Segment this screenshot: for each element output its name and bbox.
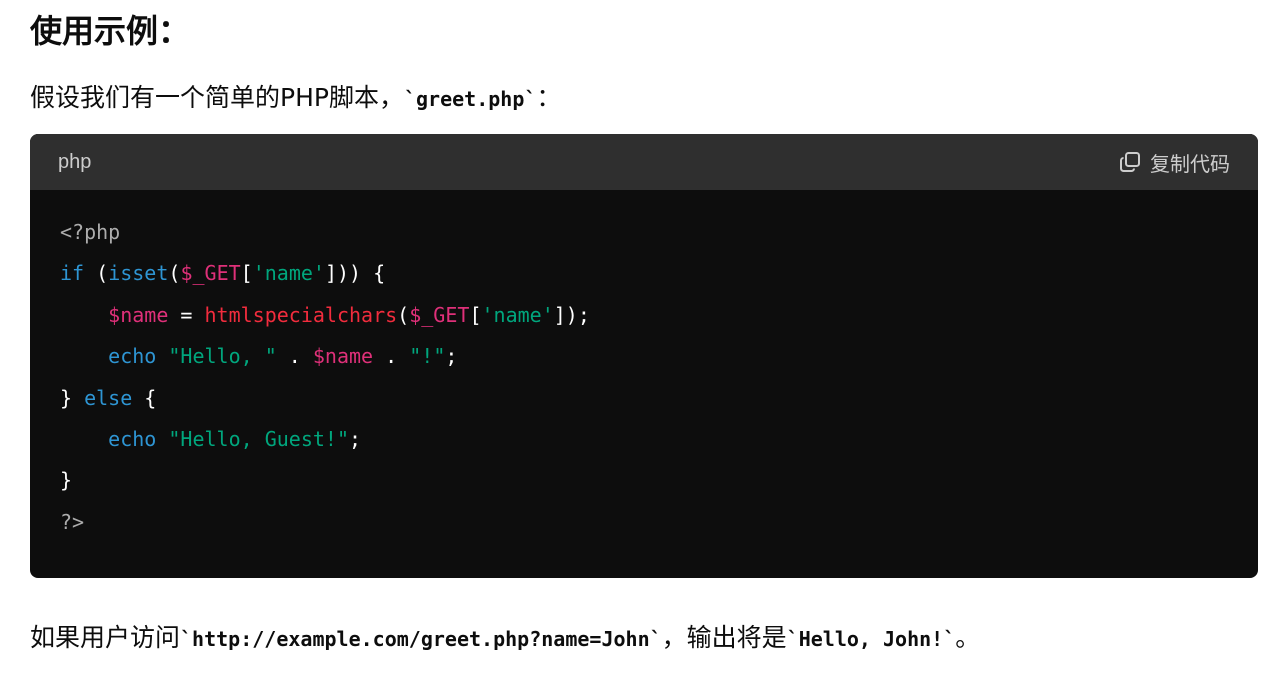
code-token: ?> bbox=[60, 509, 85, 534]
code-token: "Hello, Guest!" bbox=[168, 426, 350, 451]
code-token: if bbox=[60, 261, 85, 286]
code-token: . bbox=[276, 344, 313, 369]
code-token: = bbox=[168, 302, 205, 327]
code-token: $name bbox=[312, 344, 374, 369]
copy-code-label: 复制代码 bbox=[1150, 151, 1230, 176]
code-token: $name bbox=[108, 302, 169, 327]
code-token: isset bbox=[108, 261, 169, 286]
code-token: ]); bbox=[553, 302, 590, 327]
code-token: 'name' bbox=[481, 302, 554, 327]
code-token: echo bbox=[108, 426, 157, 451]
code-token: <?php bbox=[60, 220, 121, 244]
code-token: htmlspecialchars bbox=[204, 302, 398, 327]
code-token: $_GET bbox=[180, 261, 241, 286]
code-token: ; bbox=[349, 426, 362, 451]
code-token: "Hello, " bbox=[168, 344, 277, 369]
copy-icon bbox=[1118, 150, 1142, 174]
code-token: "!" bbox=[409, 344, 446, 369]
outro-text-2: ，输出将是 bbox=[661, 623, 787, 652]
code-token: else bbox=[84, 385, 133, 410]
code-token: ])) { bbox=[324, 261, 386, 286]
code-line: $name = htmlspecialchars($_GET['name']); bbox=[60, 295, 1228, 336]
code-token: } bbox=[60, 385, 85, 410]
code-token: [ bbox=[469, 302, 482, 327]
code-line: } bbox=[60, 460, 1228, 501]
inline-code-url: `http://example.com/greet.php?name=John` bbox=[180, 627, 662, 651]
code-token: $_GET bbox=[409, 302, 470, 327]
outro-text-1: 如果用户访问 bbox=[30, 623, 181, 652]
code-line: ?> bbox=[60, 502, 1228, 543]
outro-paragraph: 如果用户访问`http://example.com/greet.php?name… bbox=[30, 620, 980, 657]
code-line: if (isset($_GET['name'])) { bbox=[60, 253, 1228, 294]
code-language-label: php bbox=[58, 150, 92, 173]
code-token: { bbox=[132, 385, 157, 410]
intro-suffix: ： bbox=[536, 83, 562, 112]
intro-text: 假设我们有一个简单的PHP脚本， bbox=[30, 83, 404, 112]
code-line: echo "Hello, Guest!"; bbox=[60, 419, 1228, 460]
code-token: [ bbox=[240, 261, 253, 286]
code-token: 'name' bbox=[252, 261, 325, 286]
copy-code-button[interactable]: 复制代码 bbox=[1118, 148, 1230, 177]
code-token: echo bbox=[108, 344, 157, 369]
outro-text-3: 。 bbox=[955, 623, 981, 652]
code-token: ( bbox=[84, 261, 109, 286]
section-heading: 使用示例： bbox=[30, 12, 191, 50]
code-line: <?php bbox=[60, 212, 1228, 253]
code-block-header: php 复制代码 bbox=[30, 134, 1258, 190]
code-block: php 复制代码 <?php if (isset($_GET['name'])) … bbox=[30, 134, 1258, 578]
code-token: } bbox=[60, 468, 73, 493]
inline-code-output: `Hello, John!` bbox=[786, 627, 956, 651]
inline-code-filename: `greet.php` bbox=[403, 87, 537, 111]
code-line: } else { bbox=[60, 378, 1228, 419]
code-body[interactable]: <?php if (isset($_GET['name'])) { $name =… bbox=[30, 190, 1258, 543]
code-token: ; bbox=[445, 344, 458, 369]
code-token: ( bbox=[168, 261, 181, 286]
code-token: . bbox=[373, 344, 410, 369]
intro-paragraph: 假设我们有一个简单的PHP脚本，`greet.php`： bbox=[30, 80, 561, 117]
code-token: ( bbox=[397, 302, 410, 327]
code-line: echo "Hello, " . $name . "!"; bbox=[60, 336, 1228, 377]
